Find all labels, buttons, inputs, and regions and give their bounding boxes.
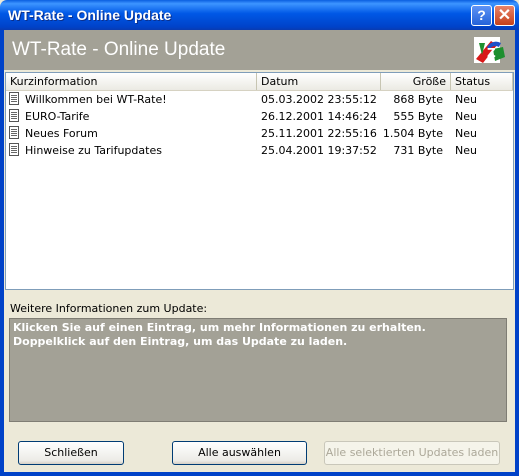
document-icon: [9, 143, 19, 156]
row-date: 26.12.2001 14:46:24: [261, 110, 377, 123]
list-header: Kurzinformation Datum Größe Status: [6, 73, 513, 91]
column-header-kurzinformation[interactable]: Kurzinformation: [6, 73, 257, 90]
header-banner: WT-Rate - Online Update Z: [4, 30, 515, 70]
row-size: 868 Byte: [393, 93, 443, 106]
column-header-groesse[interactable]: Größe: [381, 73, 451, 90]
window-title: WT-Rate - Online Update: [8, 7, 172, 23]
load-selected-updates-button[interactable]: Alle selektierten Updates laden: [324, 441, 500, 465]
row-size: 1.504 Byte: [382, 127, 443, 140]
document-icon: [9, 92, 19, 105]
svg-text:Z: Z: [487, 46, 496, 60]
info-box: Klicken Sie auf einen Eintrag, um mehr I…: [9, 318, 507, 422]
row-status: Neu: [455, 93, 477, 106]
table-row[interactable]: Willkommen bei WT-Rate! 05.03.2002 23:55…: [6, 91, 513, 108]
title-bar[interactable]: WT-Rate - Online Update ? ✕: [0, 0, 519, 30]
banner-heading: WT-Rate - Online Update: [12, 39, 226, 60]
wt-rate-logo-icon: Z: [474, 37, 505, 63]
row-date: 25.04.2001 19:37:52: [261, 144, 377, 157]
row-date: 25.11.2001 22:55:16: [261, 127, 377, 140]
select-all-button[interactable]: Alle auswählen: [172, 441, 307, 465]
info-line: Klicken Sie auf einen Eintrag, um mehr I…: [13, 321, 426, 334]
window-border-right: [515, 30, 519, 476]
row-status: Neu: [455, 127, 477, 140]
document-icon: [9, 109, 19, 122]
close-window-button[interactable]: ✕: [494, 5, 515, 26]
row-title: EURO-Tarife: [25, 110, 90, 123]
row-title: Willkommen bei WT-Rate!: [25, 93, 167, 106]
close-button[interactable]: Schließen: [18, 441, 124, 465]
table-row[interactable]: EURO-Tarife 26.12.2001 14:46:24 555 Byte…: [6, 108, 513, 125]
window-border-left: [0, 30, 4, 476]
info-label: Weitere Informationen zum Update:: [10, 302, 208, 315]
table-row[interactable]: Hinweise zu Tarifupdates 25.04.2001 19:3…: [6, 142, 513, 159]
help-button[interactable]: ?: [471, 5, 492, 26]
updates-list[interactable]: Kurzinformation Datum Größe Status Willk…: [5, 72, 514, 290]
table-row[interactable]: Neues Forum 25.11.2001 22:55:16 1.504 By…: [6, 125, 513, 142]
row-size: 555 Byte: [393, 110, 443, 123]
row-title: Hinweise zu Tarifupdates: [25, 144, 162, 157]
row-status: Neu: [455, 110, 477, 123]
row-size: 731 Byte: [393, 144, 443, 157]
info-line: Doppelklick auf den Eintrag, um das Upda…: [13, 335, 348, 348]
row-date: 05.03.2002 23:55:12: [261, 93, 377, 106]
column-header-status[interactable]: Status: [451, 73, 513, 90]
document-icon: [9, 126, 19, 139]
column-header-datum[interactable]: Datum: [257, 73, 381, 90]
window-border-bottom: [0, 472, 519, 476]
row-status: Neu: [455, 144, 477, 157]
row-title: Neues Forum: [25, 127, 98, 140]
